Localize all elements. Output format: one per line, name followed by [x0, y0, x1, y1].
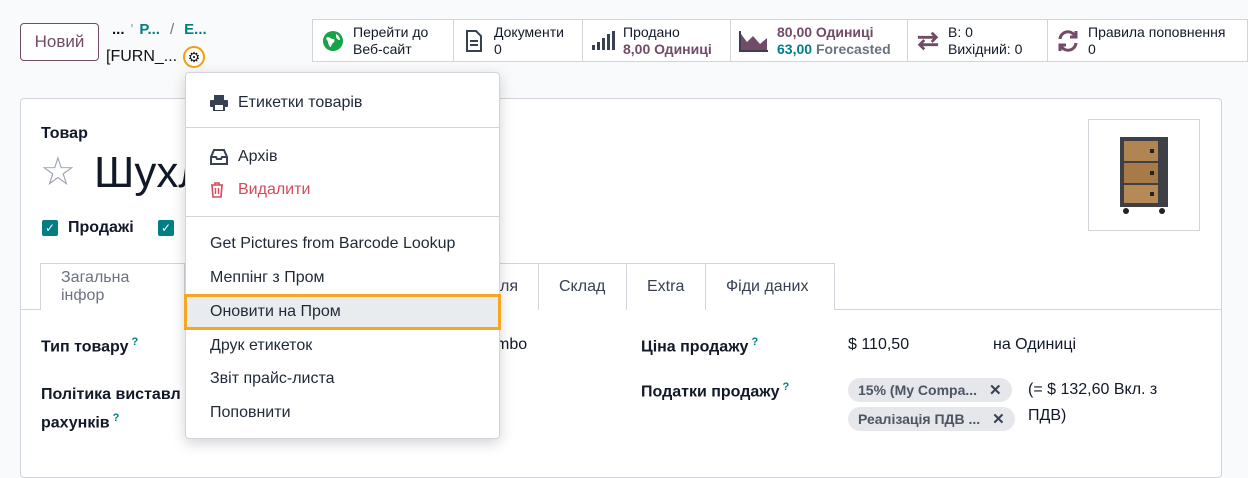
- sale-price-value[interactable]: $ 110,50: [848, 336, 909, 354]
- tax-tag[interactable]: Реалізація ПДВ ... ✕: [848, 407, 1015, 431]
- breadcrumb: ... ' P... / E...: [112, 21, 207, 38]
- globe-icon: [321, 29, 345, 53]
- go-to-website-button[interactable]: Перейти до Веб-сайт: [313, 20, 454, 61]
- star-icon[interactable]: ☆: [40, 150, 76, 194]
- tax-included-note: (= $ 132,60 Вкл. з: [1028, 381, 1158, 398]
- menu-item-label: Оновити на Пром: [210, 303, 341, 320]
- sale-price-label: Ціна продажу?: [641, 336, 759, 356]
- tab-baseline-left: [20, 309, 41, 310]
- invoice-policy-label: Політика виставл: [41, 386, 181, 403]
- sales-taxes-label: Податки продажу?: [641, 381, 790, 401]
- stat-line2: 8,00 Одиниці: [623, 40, 712, 57]
- sales-checkbox-label: Продажі: [68, 219, 134, 236]
- remove-tag-icon[interactable]: ✕: [992, 410, 1005, 428]
- sold-button[interactable]: Продано 8,00 Одиниці: [583, 20, 731, 61]
- documents-button[interactable]: Документи 0: [454, 20, 583, 61]
- menu-item-prom-mapping[interactable]: Меппінг з Пром: [186, 263, 499, 293]
- stat-line1: Продано: [623, 23, 680, 40]
- menu-item-barcode-lookup[interactable]: Get Pictures from Barcode Lookup: [186, 229, 499, 259]
- forecast-value: 63,00: [777, 40, 813, 57]
- cabinet-image: [1120, 137, 1168, 214]
- print-icon: [210, 95, 230, 111]
- actions-dropdown-menu: Етикетки товарів Архів Видалити Get Pict…: [184, 72, 501, 439]
- bar-chart-icon: [591, 29, 615, 53]
- in-out-button[interactable]: В: 0 Вихідний: 0: [908, 20, 1048, 61]
- stat-line1: Документи: [494, 23, 564, 40]
- breadcrumb-item-2[interactable]: E...: [184, 21, 207, 38]
- new-button[interactable]: Новий: [20, 23, 99, 61]
- sale-price-unit: на Одиниці: [993, 336, 1077, 353]
- forecast-button[interactable]: 80,00 Одиниці 63,00 Forecasted: [731, 20, 908, 61]
- menu-item-label: Архів: [238, 148, 278, 165]
- area-chart-icon: [739, 29, 769, 53]
- product-type-value[interactable]: mbo: [496, 336, 527, 354]
- menu-item-label: Видалити: [238, 181, 311, 198]
- breadcrumb-dots[interactable]: ...: [112, 21, 125, 38]
- second-checkbox[interactable]: ✓: [158, 220, 174, 236]
- menu-item-pricelist-report[interactable]: Звіт прайс-листа: [186, 364, 499, 394]
- tab-inventory[interactable]: Склад: [538, 263, 627, 310]
- menu-item-label: Звіт прайс-листа: [210, 370, 335, 387]
- menu-item-replenish[interactable]: Поповнити: [186, 398, 499, 428]
- sales-checkbox[interactable]: ✓: [42, 220, 58, 236]
- transfer-arrows-icon: [916, 29, 940, 53]
- tab-general-info[interactable]: Загальна інфор: [40, 263, 185, 310]
- invoice-policy-label-line2: рахунків?: [41, 412, 120, 432]
- stat-line2: 0: [494, 40, 502, 57]
- menu-item-delete[interactable]: Видалити: [186, 175, 499, 205]
- stat-line1: 80,00 Одиниці: [777, 23, 874, 40]
- stat-line2: 0: [1088, 40, 1096, 57]
- refresh-icon: [1056, 29, 1080, 53]
- stat-line2: Вихідний: 0: [948, 40, 1023, 57]
- stat-line2: Веб-сайт: [353, 40, 412, 57]
- product-image[interactable]: [1088, 119, 1200, 231]
- smart-buttons-bar: Перейти до Веб-сайт Документи 0 Продано 8,0…: [312, 19, 1248, 62]
- menu-item-archive[interactable]: Архів: [186, 142, 499, 172]
- stat-line1: В: 0: [948, 23, 973, 40]
- tax-included-note-line2: ПДВ): [1028, 407, 1067, 424]
- stat-line1: Правила поповнення: [1088, 23, 1226, 40]
- breadcrumb-separator: /: [169, 21, 175, 38]
- forecast-label: Forecasted: [815, 40, 891, 57]
- product-type-label: Тип товару?: [41, 336, 139, 356]
- stat-line1: Перейти до: [353, 23, 429, 40]
- menu-item-label: Get Pictures from Barcode Lookup: [210, 235, 456, 252]
- trash-icon: [210, 182, 230, 198]
- menu-item-label: Меппінг з Пром: [210, 269, 325, 286]
- document-icon: [462, 29, 486, 53]
- menu-item-label: Етикетки товарів: [238, 94, 363, 111]
- inbox-icon: [210, 149, 230, 165]
- menu-item-product-labels[interactable]: Етикетки товарів: [186, 88, 499, 118]
- section-label: Товар: [41, 125, 88, 142]
- menu-divider: [186, 127, 499, 128]
- tab-extra[interactable]: Extra: [626, 263, 706, 310]
- menu-item-label: Друк етикеток: [210, 337, 313, 354]
- menu-item-label: Поповнити: [210, 404, 291, 421]
- menu-divider: [186, 216, 499, 217]
- breadcrumb-item-1[interactable]: P...: [139, 21, 160, 38]
- tab-baseline-right: [834, 309, 1222, 310]
- menu-item-update-prom[interactable]: Оновити на Пром: [184, 294, 501, 330]
- replenishment-rules-button[interactable]: Правила поповнення 0: [1048, 20, 1248, 61]
- tax-tag[interactable]: 15% (My Compa... ✕: [848, 378, 1012, 402]
- tab-data-feeds[interactable]: Фіди даних: [705, 263, 835, 310]
- remove-tag-icon[interactable]: ✕: [989, 381, 1002, 399]
- gear-icon[interactable]: ⚙: [183, 46, 205, 68]
- menu-item-print-labels[interactable]: Друк етикеток: [186, 331, 499, 361]
- record-name: [FURN_...: [106, 48, 178, 65]
